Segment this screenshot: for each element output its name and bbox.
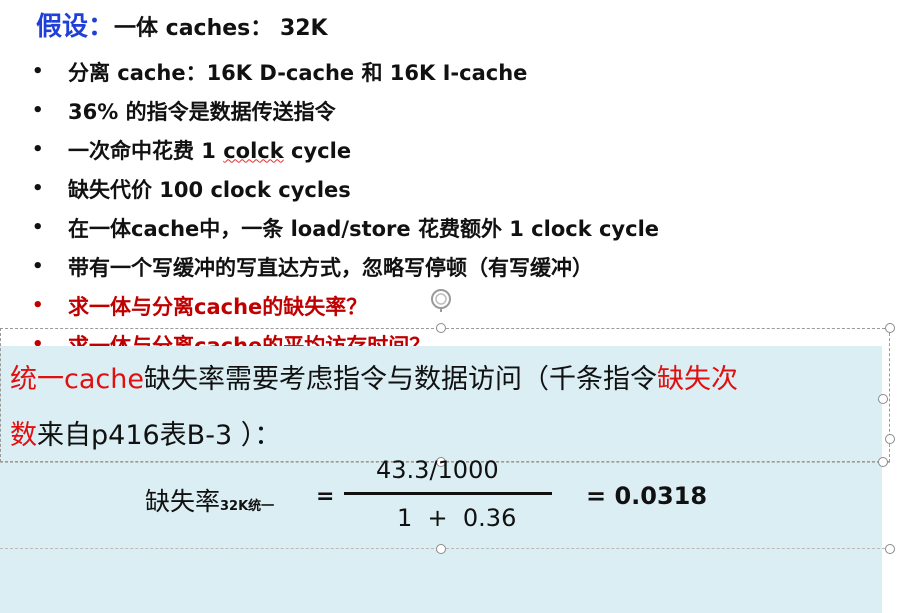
highlight-miss-count: 缺失次 — [656, 364, 738, 395]
bullet-dot: • — [32, 139, 44, 160]
list-item: • 分离 cache：16K D-cache 和 16K I-cache — [32, 52, 659, 91]
bullet-text: 缺失代价 100 clock cycles — [68, 177, 351, 202]
formula-label-text: 缺失率 — [145, 487, 221, 516]
resize-handle[interactable] — [885, 323, 895, 333]
resize-handle[interactable] — [885, 434, 895, 444]
formula-subscript: 32K统一 — [220, 499, 275, 514]
bullet-dot: • — [32, 256, 44, 277]
bullet-dot: • — [32, 61, 44, 82]
list-item: • 带有一个写缓冲的写直达方式，忽略写停顿（有写缓冲） — [32, 247, 659, 286]
resize-handle[interactable] — [878, 394, 888, 404]
bullet-text-suffix: cycle — [283, 138, 352, 163]
bullet-text: 一次命中花费 1 colck cycle — [68, 135, 351, 165]
resize-handle[interactable] — [885, 544, 895, 554]
paragraph-text: 缺失率需要考虑指令与数据访问（千条指令 — [143, 364, 657, 395]
bullet-text: 带有一个写缓冲的写直达方式，忽略写停顿（有写缓冲） — [68, 255, 593, 280]
resize-handle[interactable] — [436, 323, 446, 333]
miss-rate-formula: 缺失率32K统一 = 43.3/1000 1 + 0.36 = 0.0318 — [0, 452, 900, 542]
bullet-text: 在一体cache中，一条 load/store 花费额外 1 clock cyc… — [68, 216, 660, 241]
bullet-text: 分离 cache：16K D-cache 和 16K I-cache — [68, 60, 528, 85]
formula-equals: = — [316, 484, 335, 509]
list-item: • 一次命中花费 1 colck cycle — [32, 130, 659, 169]
rotate-handle-icon[interactable] — [428, 286, 454, 312]
list-item: • 36% 的指令是数据传送指令 — [32, 91, 659, 130]
formula-denominator: 1 + 0.36 — [397, 504, 517, 532]
bullet-dot: • — [32, 100, 44, 121]
resize-handle[interactable] — [436, 544, 446, 554]
formula-numerator: 43.3/1000 — [376, 456, 499, 484]
bullet-dot: • — [32, 295, 44, 316]
list-item: • 在一体cache中，一条 load/store 花费额外 1 clock c… — [32, 208, 659, 247]
bullet-text-prefix: 一次命中花费 1 — [68, 138, 224, 163]
highlight-miss-count-end: 数 — [10, 420, 37, 451]
list-item: • 缺失代价 100 clock cycles — [32, 169, 659, 208]
formula-result: = 0.0318 — [586, 482, 708, 510]
misspelled-word: colck — [223, 138, 284, 163]
title-highlight: 假设： — [36, 12, 115, 42]
bullet-text: 求一体与分离cache的缺失率？ — [68, 294, 368, 319]
highlight-unified-cache: 统一cache — [10, 364, 144, 395]
list-item: • 求一体与分离cache的缺失率？ — [32, 286, 659, 325]
paragraph-line-1: 统一cache缺失率需要考虑指令与数据访问（千条指令缺失次 — [10, 357, 738, 396]
bullet-dot: • — [32, 178, 44, 199]
formula-label: 缺失率32K统一 — [145, 482, 274, 518]
paragraph-text: 来自p416表B-3 ）： — [37, 420, 282, 451]
bullet-dot: • — [32, 217, 44, 238]
title-text: 一体 caches： 32K — [114, 16, 328, 41]
fraction-bar — [344, 492, 552, 495]
bullet-text: 36% 的指令是数据传送指令 — [68, 99, 336, 124]
paragraph-line-2: 数来自p416表B-3 ）： — [10, 413, 281, 452]
slide-title: 假设：一体 caches： 32K — [36, 6, 328, 43]
assumption-list: • 分离 cache：16K D-cache 和 16K I-cache • 3… — [32, 52, 659, 364]
